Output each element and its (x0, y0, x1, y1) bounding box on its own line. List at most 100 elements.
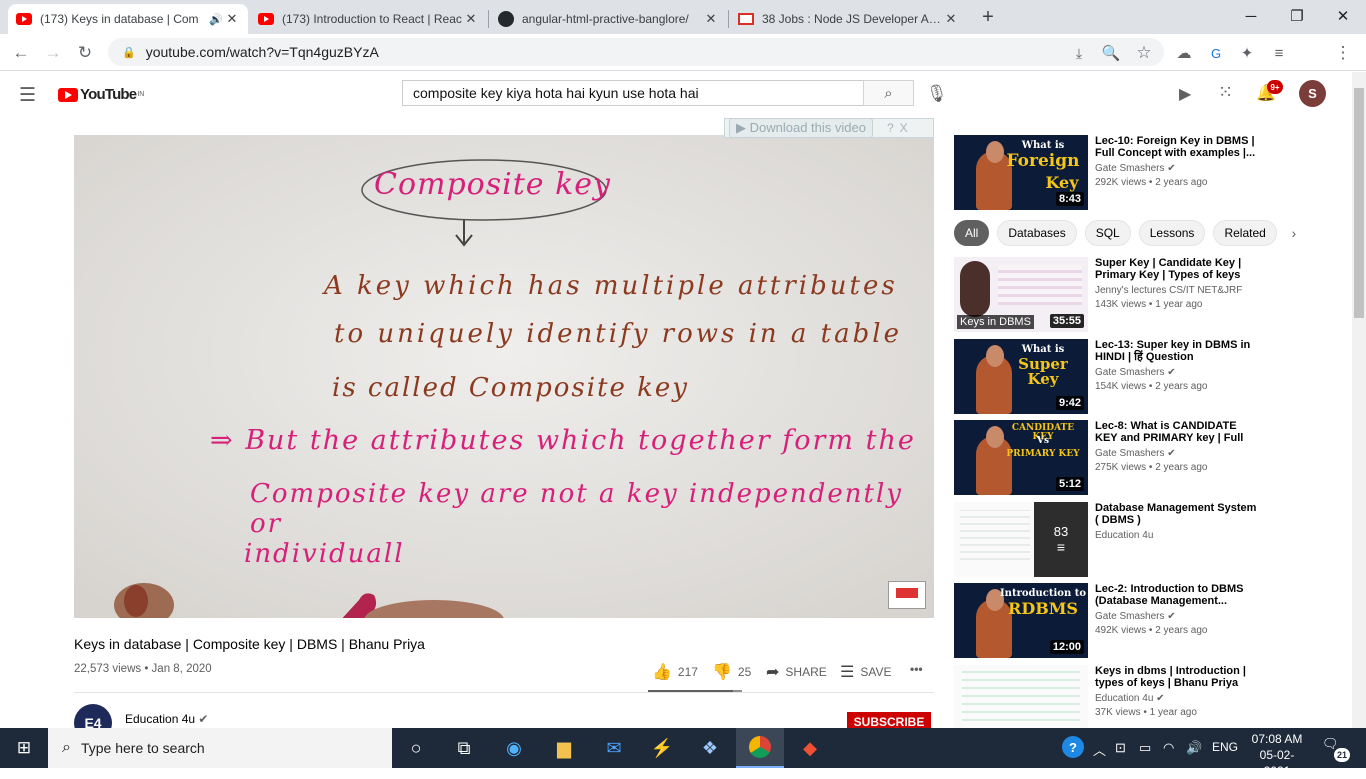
extensions-icon[interactable]: ✦ (1236, 42, 1258, 64)
language-indicator[interactable]: ENG (1212, 740, 1238, 754)
clock-time: 07:08 AM (1251, 732, 1303, 746)
recommendation-channel: Gate Smashers ✔ (1095, 611, 1176, 622)
close-tab-icon[interactable]: ✕ (463, 11, 479, 27)
recommendation-title: Lec-10: Foreign Key in DBMS | Full Conce… (1095, 135, 1256, 159)
chip-databases[interactable]: Databases (997, 220, 1077, 246)
back-icon[interactable]: ← (10, 42, 32, 64)
channel-watermark-icon[interactable] (888, 581, 926, 609)
volume-icon[interactable]: 🔊 (1186, 740, 1202, 756)
channel-text: Education 4u (1095, 693, 1154, 704)
chip-all[interactable]: All (954, 220, 990, 246)
zoom-icon[interactable]: 🔍 (1100, 42, 1122, 64)
chrome-taskbar-icon[interactable] (736, 728, 784, 768)
microphone-icon[interactable]: 🎙 (926, 84, 948, 104)
chip-sql[interactable]: SQL (1084, 220, 1131, 246)
channel-name[interactable]: Education 4u ✔ (125, 712, 208, 726)
tab-intro-react[interactable]: (173) Introduction to React | Reac ✕ (250, 4, 487, 34)
cloud-extension-icon[interactable]: ☁ (1173, 42, 1195, 64)
edge-icon[interactable]: ◉ (490, 728, 538, 768)
tab-github[interactable]: angular-html-practive-banglore/ ✕ (490, 4, 727, 34)
clock[interactable]: 07:08 AM 05-02-2021 (1248, 731, 1306, 779)
git-icon[interactable]: ◆ (786, 728, 834, 768)
search-button[interactable]: ⌕ (863, 80, 914, 106)
reload-icon[interactable]: ↻ (74, 42, 96, 64)
download-video-button[interactable]: ▶ Download this video (729, 118, 873, 138)
recommendation-item[interactable]: Keys in dbms | Introduction | types of k… (954, 665, 1334, 728)
tab-keys-in-database[interactable]: (173) Keys in database | Com 🔊 ✕ (8, 4, 248, 34)
tab-gmail-jobs[interactable]: 38 Jobs : Node JS Developer Ahm ✕ (730, 4, 967, 34)
close-tab-icon[interactable]: ✕ (943, 11, 959, 27)
maximize-button[interactable]: ❐ (1274, 0, 1320, 32)
video-thumbnail: Introduction to RDBMS 12:00 (954, 583, 1088, 658)
thumb-text: PRIMARY KEY (1006, 449, 1080, 459)
address-bar[interactable]: 🔒 youtube.com/watch?v=Tqn4guzBYzA (108, 38, 1164, 66)
notification-count-badge: 9+ (1267, 80, 1283, 94)
thumb-text: Foreign (1006, 151, 1080, 171)
dropbox-icon[interactable]: ❖ (686, 728, 734, 768)
new-tab-button[interactable]: + (976, 4, 1000, 30)
apps-grid-icon[interactable]: ⁙ (1218, 82, 1233, 103)
youtube-account-avatar[interactable]: S (1299, 80, 1326, 107)
download-help-icon[interactable]: ? (887, 121, 894, 135)
cortana-icon[interactable]: ○ (392, 728, 440, 768)
chip-lessons[interactable]: Lessons (1138, 220, 1206, 246)
wifi-icon[interactable]: ◠ (1163, 740, 1174, 756)
youtube-logo[interactable]: YouTube IN (58, 86, 144, 103)
more-actions-button[interactable]: ••• (910, 662, 923, 676)
tray-chevron-icon[interactable]: ︿ (1093, 740, 1106, 759)
video-duration: 5:12 (1055, 477, 1084, 491)
recommendation-item[interactable]: Keys in DBMS 35:55 Super Key | Candidate… (954, 257, 1334, 333)
url-text: youtube.com/watch?v=Tqn4guzBYzA (145, 44, 379, 60)
translate-extension-icon[interactable]: G (1205, 42, 1227, 64)
recommendation-item[interactable]: Introduction to RDBMS 12:00 Lec-2: Intro… (954, 583, 1334, 659)
video-player[interactable]: Composite key A key which has multiple a… (74, 135, 934, 618)
scrollbar-thumb[interactable] (1354, 88, 1364, 318)
media-control-icon[interactable]: ≡ (1268, 42, 1290, 64)
page-scrollbar[interactable] (1352, 72, 1366, 728)
bookmark-star-icon[interactable]: ☆ (1133, 42, 1155, 64)
whiteboard-line-5: Composite key are not a key independentl… (250, 479, 903, 539)
filter-chips: All Databases SQL Lessons Related › (954, 220, 1303, 246)
forward-icon[interactable]: → (42, 42, 64, 64)
download-video-bar[interactable]: ▶ Download this video ? X (724, 118, 934, 138)
close-tab-icon[interactable]: ✕ (224, 11, 240, 27)
playlist-item[interactable]: 83 ≡ Database Management System ( DBMS )… (954, 502, 1334, 578)
taskbar-search-box[interactable]: ⌕ Type here to search (48, 728, 392, 768)
chrome-menu-icon[interactable]: ⋮ (1332, 42, 1354, 64)
recommendation-item[interactable]: What is Foreign Key 8:43 Lec-10: Foreign… (954, 135, 1334, 211)
like-button[interactable]: 👍 217 (652, 662, 698, 682)
help-tray-icon[interactable]: ? (1062, 736, 1084, 758)
close-tab-icon[interactable]: ✕ (703, 11, 719, 27)
recommendation-channel: Gate Smashers ✔ (1095, 448, 1176, 459)
recommendation-meta: 154K views • 2 years ago (1095, 381, 1208, 392)
file-explorer-icon[interactable]: ▆ (540, 728, 588, 768)
like-count: 217 (677, 665, 698, 679)
mail-icon[interactable]: ✉ (590, 728, 638, 768)
channel-text: Gate Smashers (1095, 611, 1165, 622)
close-window-button[interactable]: ✕ (1320, 0, 1366, 32)
recommendation-item[interactable]: CANDIDATE KEY Vs PRIMARY KEY 5:12 Lec-8:… (954, 420, 1334, 496)
windows-start-icon[interactable]: ⊞ (0, 728, 48, 768)
minimize-button[interactable]: ─ (1228, 0, 1274, 32)
dislike-button[interactable]: 👎 25 (712, 662, 751, 682)
recommendation-title: Super Key | Candidate Key | Primary Key … (1095, 257, 1242, 281)
recommendation-item[interactable]: What is Super Key 9:42 Lec-13: Super key… (954, 339, 1334, 415)
network-icon[interactable]: ⊡ (1115, 740, 1126, 756)
install-app-icon[interactable]: ⤓ (1068, 42, 1090, 64)
recommendation-channel: Jenny's lectures CS/IT NET&JRF (1095, 285, 1243, 296)
chip-related[interactable]: Related (1213, 220, 1277, 246)
create-video-icon[interactable]: ▶ (1179, 84, 1191, 104)
chevron-right-icon[interactable]: › (1285, 220, 1303, 246)
playlist-thumbnail: 83 ≡ (954, 502, 1088, 577)
tab-title: (173) Introduction to React | Reac (282, 12, 462, 26)
share-button[interactable]: ➦ SHARE (766, 662, 827, 682)
hamburger-menu-icon[interactable]: ☰ (19, 84, 36, 107)
battery-icon[interactable]: ▭ (1139, 740, 1151, 756)
save-button[interactable]: ☰ SAVE (840, 662, 891, 682)
download-close-icon[interactable]: X (900, 121, 908, 135)
task-view-icon[interactable]: ⧉ (440, 728, 488, 768)
youtube-favicon-icon (258, 13, 274, 25)
vscode-like-icon[interactable]: ⚡ (638, 728, 686, 768)
search-input[interactable]: composite key kiya hota hai kyun use hot… (402, 80, 864, 106)
verified-check-icon: ✔ (1167, 367, 1176, 378)
